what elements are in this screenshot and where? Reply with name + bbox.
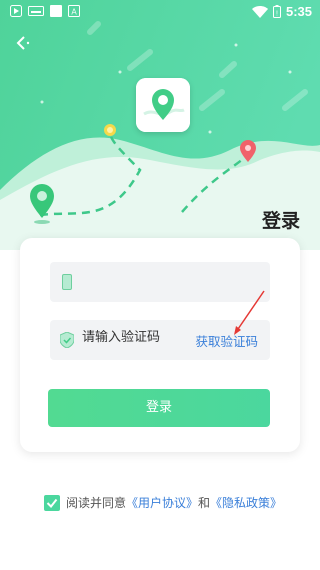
status-time: 5:35 [285, 4, 312, 19]
yellow-pin-icon [104, 124, 116, 136]
user-agreement-link[interactable]: 《用户协议》 [126, 494, 198, 511]
svg-text:!: ! [276, 11, 278, 18]
agreement-conjunction: 和 [198, 496, 211, 510]
annotation-arrow [234, 290, 265, 335]
login-title: 登录 [262, 210, 301, 232]
privacy-policy-link[interactable]: 《隐私政策》 [210, 494, 282, 511]
agreement-checkbox[interactable] [44, 494, 60, 511]
a-icon: A [68, 5, 80, 17]
svg-text:A: A [71, 8, 77, 17]
square-icon [50, 5, 62, 17]
battery-icon: ! [272, 5, 281, 18]
agreement-prefix: 阅读并同意 [66, 496, 127, 510]
shield-icon [60, 332, 74, 348]
play-icon [10, 5, 22, 17]
code-input[interactable] [82, 330, 182, 345]
login-card: 获取验证码 登录 [20, 238, 300, 452]
phone-icon [62, 274, 72, 290]
map-pin-app-icon [136, 78, 190, 132]
wifi-icon [251, 5, 268, 18]
check-icon [46, 498, 58, 508]
login-button[interactable]: 登录 [48, 389, 270, 427]
status-bar: A ! 5:35 [0, 0, 320, 24]
keyboard-icon [28, 6, 44, 16]
agreement-row: 阅读并同意 《用户协议》 和 《隐私政策》 [44, 494, 282, 511]
back-icon[interactable] [12, 32, 34, 54]
